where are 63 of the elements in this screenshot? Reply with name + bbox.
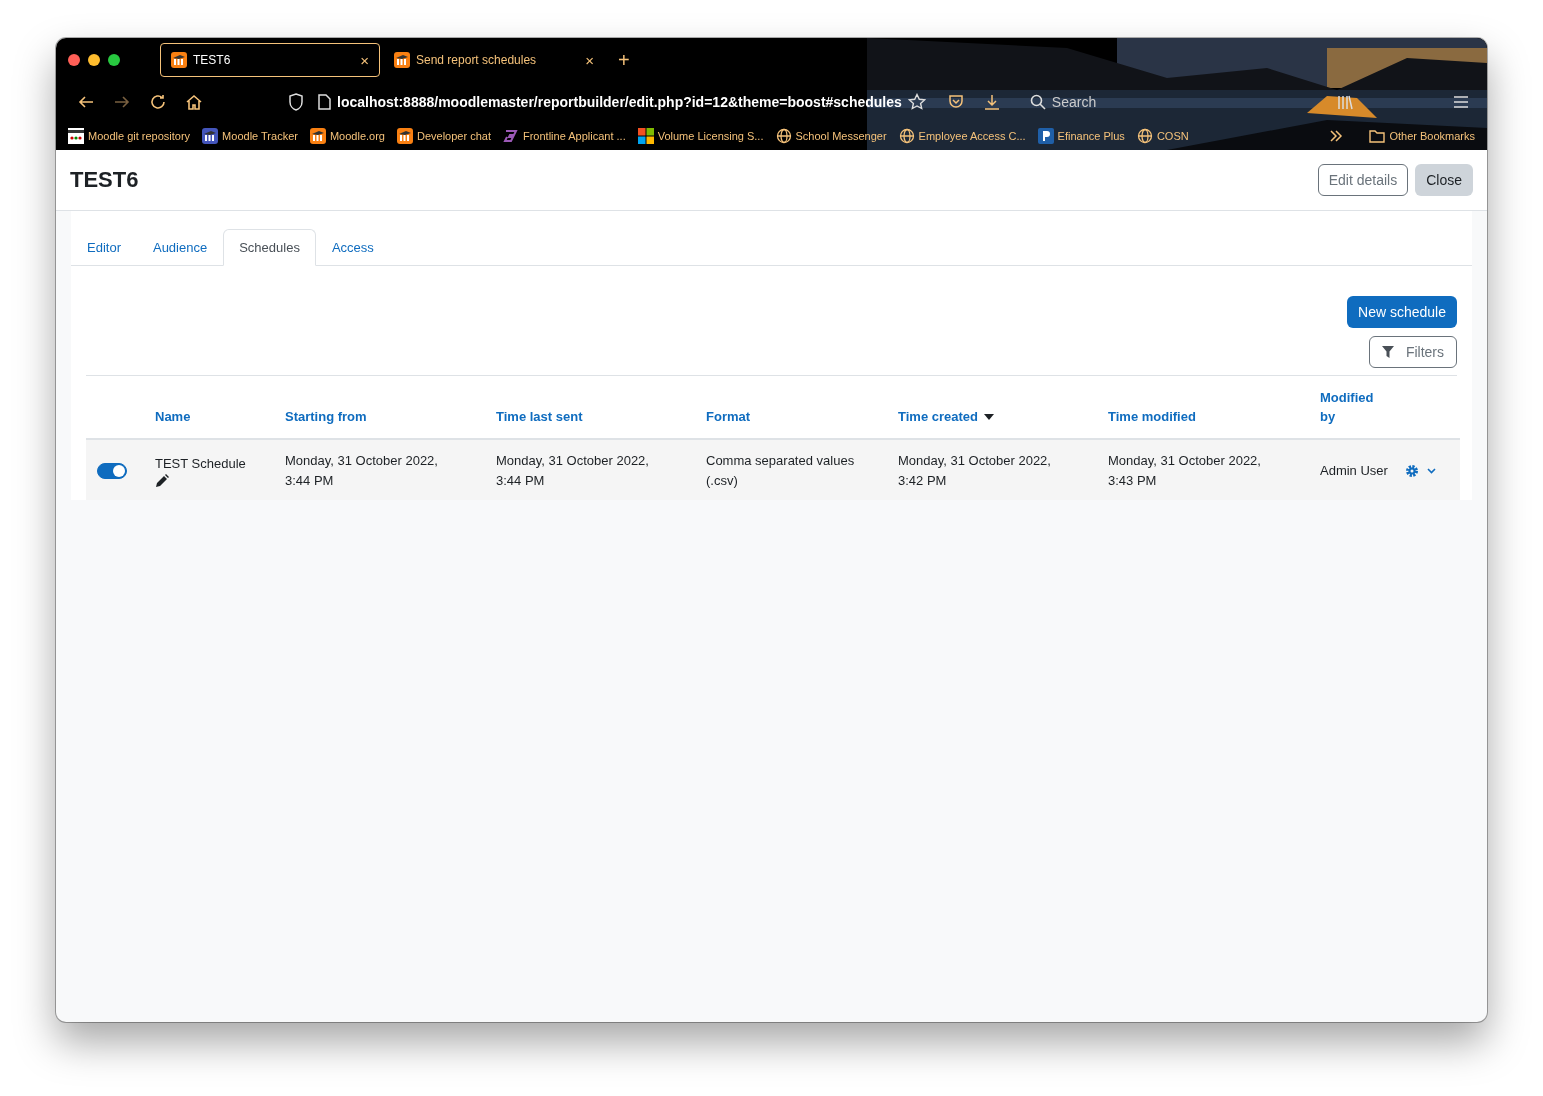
- gear-icon[interactable]: [1405, 464, 1419, 478]
- search-icon: [1029, 94, 1046, 110]
- sort-descending-icon: [983, 413, 994, 420]
- enable-toggle[interactable]: [97, 463, 127, 479]
- bookmark[interactable]: Employee Access C...: [898, 128, 1026, 144]
- bookmark[interactable]: Moodle git repository: [68, 128, 191, 144]
- download-icon[interactable]: [983, 94, 1000, 110]
- address-field[interactable]: localhost:8888/moodlemaster/reportbuilder/edit.php?id=12&theme=boost#schedules: [337, 94, 902, 110]
- browser-tab[interactable]: Send report schedules ×: [384, 43, 604, 77]
- bookmark[interactable]: Moodle Tracker: [202, 128, 298, 144]
- pocket-icon[interactable]: [947, 94, 964, 110]
- page-tab[interactable]: Access: [315, 229, 390, 266]
- table-cell-text: Monday, 31 October 2022, 3:44 PM: [285, 452, 439, 490]
- close-window-icon[interactable]: [68, 54, 80, 66]
- page-title: TEST6: [70, 167, 139, 193]
- moodle-icon: [309, 128, 326, 144]
- caret-icon[interactable]: [1427, 468, 1436, 474]
- page-tab[interactable]: Audience: [136, 229, 224, 266]
- filter-icon: [1381, 346, 1394, 358]
- schedule-name: TEST Schedule: [155, 455, 247, 473]
- pencil-icon[interactable]: [155, 474, 169, 488]
- bookmark[interactable]: Efinance Plus: [1037, 128, 1125, 144]
- star-icon[interactable]: [907, 93, 926, 111]
- shield-icon[interactable]: [288, 93, 304, 111]
- close-button[interactable]: Close: [1415, 164, 1473, 196]
- home-icon[interactable]: [185, 93, 203, 111]
- grid-icon: [68, 128, 84, 144]
- moodle-icon: [396, 128, 413, 144]
- table-cell-text: Monday, 31 October 2022, 3:44 PM: [496, 452, 650, 490]
- bookmark[interactable]: Volume Licensing S...: [637, 128, 764, 144]
- page-icon: [318, 94, 331, 110]
- globe-icon: [898, 128, 915, 144]
- minimize-window-icon[interactable]: [88, 54, 100, 66]
- windows-icon: [637, 128, 654, 144]
- bookmark[interactable]: School Messenger: [775, 128, 887, 144]
- filters-button[interactable]: Filters: [1368, 336, 1457, 368]
- bookmark[interactable]: Developer chat: [396, 128, 491, 144]
- moodle-icon: [171, 52, 187, 68]
- moodle-icon: [394, 52, 410, 68]
- edit-button[interactable]: Edit details: [1317, 164, 1409, 196]
- reload-icon[interactable]: [149, 93, 167, 111]
- other-bookmarks[interactable]: Other Bookmarks: [1369, 129, 1475, 143]
- globe-icon: [775, 128, 792, 144]
- browser-tab[interactable]: TEST6 ×: [160, 43, 380, 77]
- library-icon[interactable]: [1337, 94, 1353, 110]
- menu-icon[interactable]: [1453, 95, 1469, 109]
- bookmark[interactable]: Moodle.org: [309, 128, 385, 144]
- zoom-window-icon[interactable]: [108, 54, 120, 66]
- chevrons-icon[interactable]: [1329, 130, 1344, 142]
- bookmark[interactable]: COSN: [1136, 128, 1189, 144]
- table-cell-text: Admin User: [1320, 462, 1389, 480]
- new-schedule-button[interactable]: New schedule: [1347, 296, 1457, 328]
- page-tab[interactable]: Editor: [71, 229, 137, 266]
- table-cell-text: Monday, 31 October 2022, 3:43 PM: [1108, 452, 1262, 490]
- page-tab[interactable]: Schedules: [223, 229, 316, 266]
- moodle-icon: [202, 128, 219, 144]
- new-tab-button[interactable]: +: [618, 48, 630, 72]
- globe-icon: [1136, 128, 1153, 144]
- table-cell-text: Monday, 31 October 2022, 3:42 PM: [898, 452, 1052, 490]
- table-cell-text: Comma separated values (.csv): [706, 452, 856, 490]
- folder-icon: [1369, 129, 1386, 143]
- bookmark[interactable]: Frontline Applicant ...: [502, 128, 626, 144]
- search-field[interactable]: Search: [1051, 94, 1097, 110]
